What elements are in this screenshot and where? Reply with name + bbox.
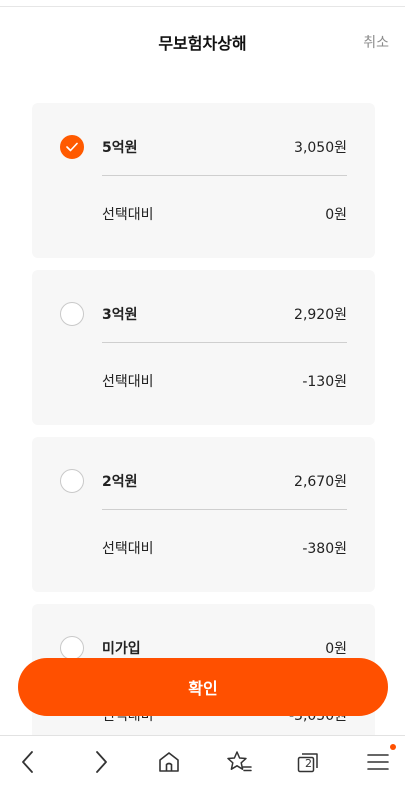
tab-count: 2 xyxy=(305,757,312,770)
option-divider xyxy=(102,175,347,176)
favorites-icon xyxy=(227,751,252,772)
radio-unselected[interactable] xyxy=(60,302,84,326)
cancel-button[interactable]: 취소 xyxy=(363,32,389,52)
option-divider xyxy=(102,509,347,510)
option-price: 2,920원 xyxy=(294,307,347,323)
radio-unselected[interactable] xyxy=(60,469,84,493)
option-name: 3억원 xyxy=(102,307,138,323)
header: 무보험차상해 취소 xyxy=(0,0,405,84)
back-icon xyxy=(22,751,33,773)
diff-value: 0원 xyxy=(325,207,347,223)
diff-label: 선택대비 xyxy=(102,207,154,223)
menu-button[interactable] xyxy=(364,744,396,776)
page-title: 무보험차상해 xyxy=(158,34,247,53)
diff-label: 선택대비 xyxy=(102,374,154,390)
back-button[interactable] xyxy=(15,748,43,776)
option-price: 0원 xyxy=(325,641,347,657)
option-card-3eok[interactable]: 3억원 2,920원 선택대비 -130원 xyxy=(32,270,375,425)
option-price: 3,050원 xyxy=(294,140,347,156)
home-button[interactable] xyxy=(155,748,183,776)
favorites-button[interactable] xyxy=(225,748,253,776)
option-name: 5억원 xyxy=(102,140,138,156)
menu-icon xyxy=(367,754,389,770)
option-card-5eok[interactable]: 5억원 3,050원 선택대비 0원 xyxy=(32,103,375,258)
forward-button[interactable] xyxy=(86,748,114,776)
option-name: 2억원 xyxy=(102,474,138,490)
diff-value: -130원 xyxy=(302,374,347,390)
option-divider xyxy=(102,342,347,343)
tabs-button[interactable]: 2 xyxy=(294,748,322,776)
radio-unselected[interactable] xyxy=(60,636,84,660)
browser-toolbar: 2 xyxy=(0,735,405,785)
notification-dot xyxy=(390,744,396,750)
radio-selected[interactable] xyxy=(60,135,84,159)
option-card-2eok[interactable]: 2억원 2,670원 선택대비 -380원 xyxy=(32,437,375,592)
forward-icon xyxy=(96,751,107,773)
option-name: 미가입 xyxy=(102,641,141,657)
diff-value: -380원 xyxy=(302,541,347,557)
confirm-button[interactable]: 확인 xyxy=(18,658,388,716)
home-icon xyxy=(159,752,179,772)
diff-label: 선택대비 xyxy=(102,541,154,557)
option-price: 2,670원 xyxy=(294,474,347,490)
check-icon xyxy=(66,142,78,152)
